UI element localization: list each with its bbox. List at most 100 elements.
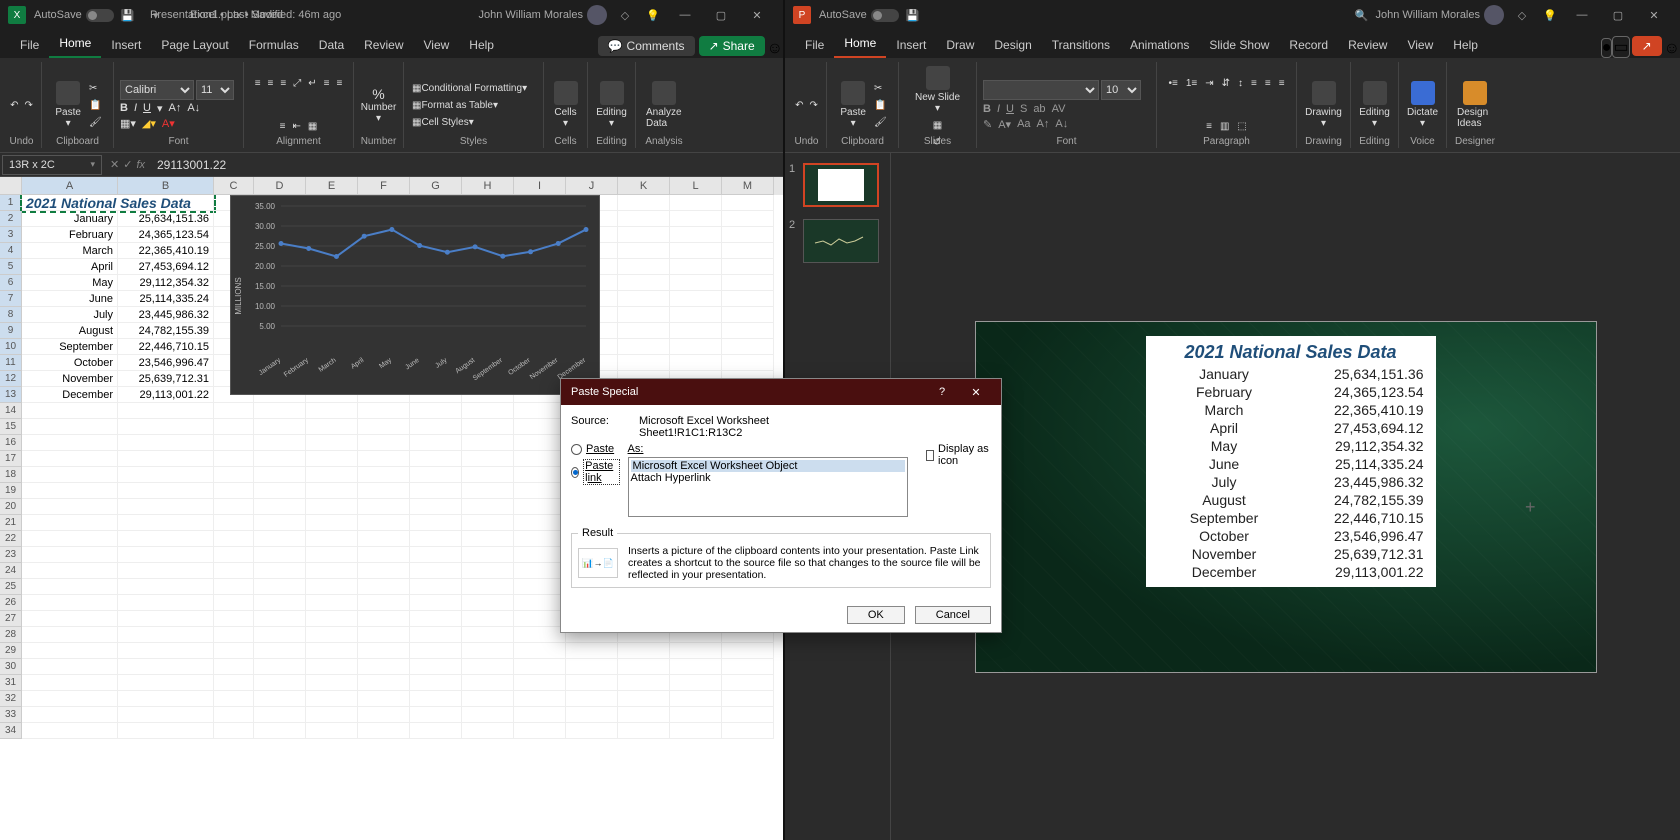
number-format-button[interactable]: %Number▾ <box>357 84 401 126</box>
shrink-font-icon[interactable]: A↓ <box>1055 118 1068 131</box>
shrink-font-icon[interactable]: A↓ <box>187 102 200 115</box>
col-head-L[interactable]: L <box>670 177 722 195</box>
cell[interactable] <box>566 691 618 707</box>
cell[interactable] <box>722 707 774 723</box>
cell[interactable] <box>722 675 774 691</box>
cell[interactable] <box>118 611 214 627</box>
cell[interactable] <box>410 691 462 707</box>
tab-transitions[interactable]: Transitions <box>1042 32 1120 58</box>
grow-font-icon[interactable]: A↑ <box>169 102 182 115</box>
cell[interactable] <box>254 595 306 611</box>
cell[interactable] <box>462 643 514 659</box>
cell[interactable] <box>670 707 722 723</box>
cancel-button[interactable]: Cancel <box>915 606 991 624</box>
tab-formulas[interactable]: Formulas <box>239 32 309 58</box>
cell[interactable] <box>358 483 410 499</box>
cell[interactable]: 27,453,694.12 <box>118 259 214 275</box>
row-head[interactable]: 28 <box>0 627 22 643</box>
cell[interactable] <box>118 595 214 611</box>
cell[interactable] <box>618 259 670 275</box>
cell[interactable] <box>670 307 722 323</box>
cell[interactable] <box>358 563 410 579</box>
cell[interactable] <box>514 691 566 707</box>
cell[interactable] <box>254 723 306 739</box>
tips-icon[interactable]: 💡 <box>641 3 665 27</box>
cell[interactable] <box>722 355 774 371</box>
cell-styles-button[interactable]: ▦ Cell Styles ▾ <box>410 115 476 130</box>
row-head[interactable]: 22 <box>0 531 22 547</box>
col-head-H[interactable]: H <box>462 177 514 195</box>
cell[interactable]: October <box>22 355 118 371</box>
cell[interactable] <box>670 355 722 371</box>
align-center-icon[interactable]: ≡ <box>1263 76 1273 91</box>
cell[interactable] <box>254 659 306 675</box>
cell[interactable] <box>22 499 118 515</box>
cell[interactable] <box>358 515 410 531</box>
cell[interactable]: May <box>22 275 118 291</box>
col-head-A[interactable]: A <box>22 177 118 195</box>
row-head[interactable]: 25 <box>0 579 22 595</box>
list-level-icon[interactable]: ⇥ <box>1203 76 1215 91</box>
cell[interactable] <box>358 467 410 483</box>
cancel-formula-icon[interactable]: ✕ <box>110 158 119 171</box>
share-button[interactable]: ↗ Share <box>699 36 765 56</box>
cell[interactable] <box>306 483 358 499</box>
cell[interactable] <box>118 547 214 563</box>
fill-color-icon[interactable]: ◢▾ <box>142 117 156 130</box>
cell[interactable] <box>254 579 306 595</box>
cut-icon[interactable]: ✂ <box>872 81 889 96</box>
cell[interactable]: June <box>22 291 118 307</box>
tab-animations[interactable]: Animations <box>1120 32 1199 58</box>
cell[interactable] <box>566 707 618 723</box>
editing-button[interactable]: Editing▾ <box>592 79 631 131</box>
cell[interactable] <box>410 707 462 723</box>
cell[interactable] <box>618 675 670 691</box>
cell[interactable]: 23,546,996.47 <box>118 355 214 371</box>
line-spacing-icon[interactable]: ⇵ <box>1220 76 1232 91</box>
cell[interactable] <box>118 691 214 707</box>
cell[interactable]: November <box>22 371 118 387</box>
cell[interactable] <box>254 675 306 691</box>
search-icon[interactable]: 🔍 <box>1349 3 1373 27</box>
cell[interactable] <box>410 563 462 579</box>
tab-help[interactable]: Help <box>459 32 504 58</box>
maximize-button[interactable]: ▢ <box>1600 3 1636 27</box>
cell[interactable] <box>462 627 514 643</box>
row-head[interactable]: 26 <box>0 595 22 611</box>
cell[interactable] <box>118 627 214 643</box>
cell[interactable] <box>22 675 118 691</box>
cell[interactable] <box>118 483 214 499</box>
cell[interactable] <box>306 531 358 547</box>
cell[interactable] <box>410 675 462 691</box>
tab-slide-show[interactable]: Slide Show <box>1199 32 1279 58</box>
cell[interactable] <box>670 291 722 307</box>
cell[interactable] <box>214 515 254 531</box>
highlight-icon[interactable]: ✎ <box>983 118 992 131</box>
cell[interactable] <box>358 579 410 595</box>
bullets-icon[interactable]: •≡ <box>1166 76 1179 91</box>
tab-home[interactable]: Home <box>49 30 101 58</box>
formula-input[interactable]: 29113001.22 <box>151 158 783 172</box>
cell[interactable] <box>254 499 306 515</box>
cell[interactable] <box>254 403 306 419</box>
cell[interactable] <box>22 723 118 739</box>
cell[interactable] <box>722 659 774 675</box>
cell[interactable] <box>22 707 118 723</box>
row-head[interactable]: 13 <box>0 387 22 403</box>
cell[interactable]: March <box>22 243 118 259</box>
share-button[interactable]: ↗ <box>1632 36 1662 56</box>
cell[interactable]: 24,365,123.54 <box>118 227 214 243</box>
slide[interactable]: 2021 National Sales Data January25,634,1… <box>976 322 1596 672</box>
borders-icon[interactable]: ▦▾ <box>120 117 136 130</box>
cell[interactable] <box>514 483 566 499</box>
cell[interactable]: August <box>22 323 118 339</box>
save-icon[interactable]: 💾 <box>901 3 925 27</box>
cell[interactable] <box>358 547 410 563</box>
cell[interactable] <box>462 419 514 435</box>
cell[interactable] <box>410 515 462 531</box>
strike-icon[interactable]: S <box>1020 103 1027 115</box>
spacing-icon[interactable]: AV <box>1052 103 1066 115</box>
cell[interactable] <box>358 691 410 707</box>
cell[interactable] <box>722 195 774 211</box>
cell[interactable] <box>22 451 118 467</box>
